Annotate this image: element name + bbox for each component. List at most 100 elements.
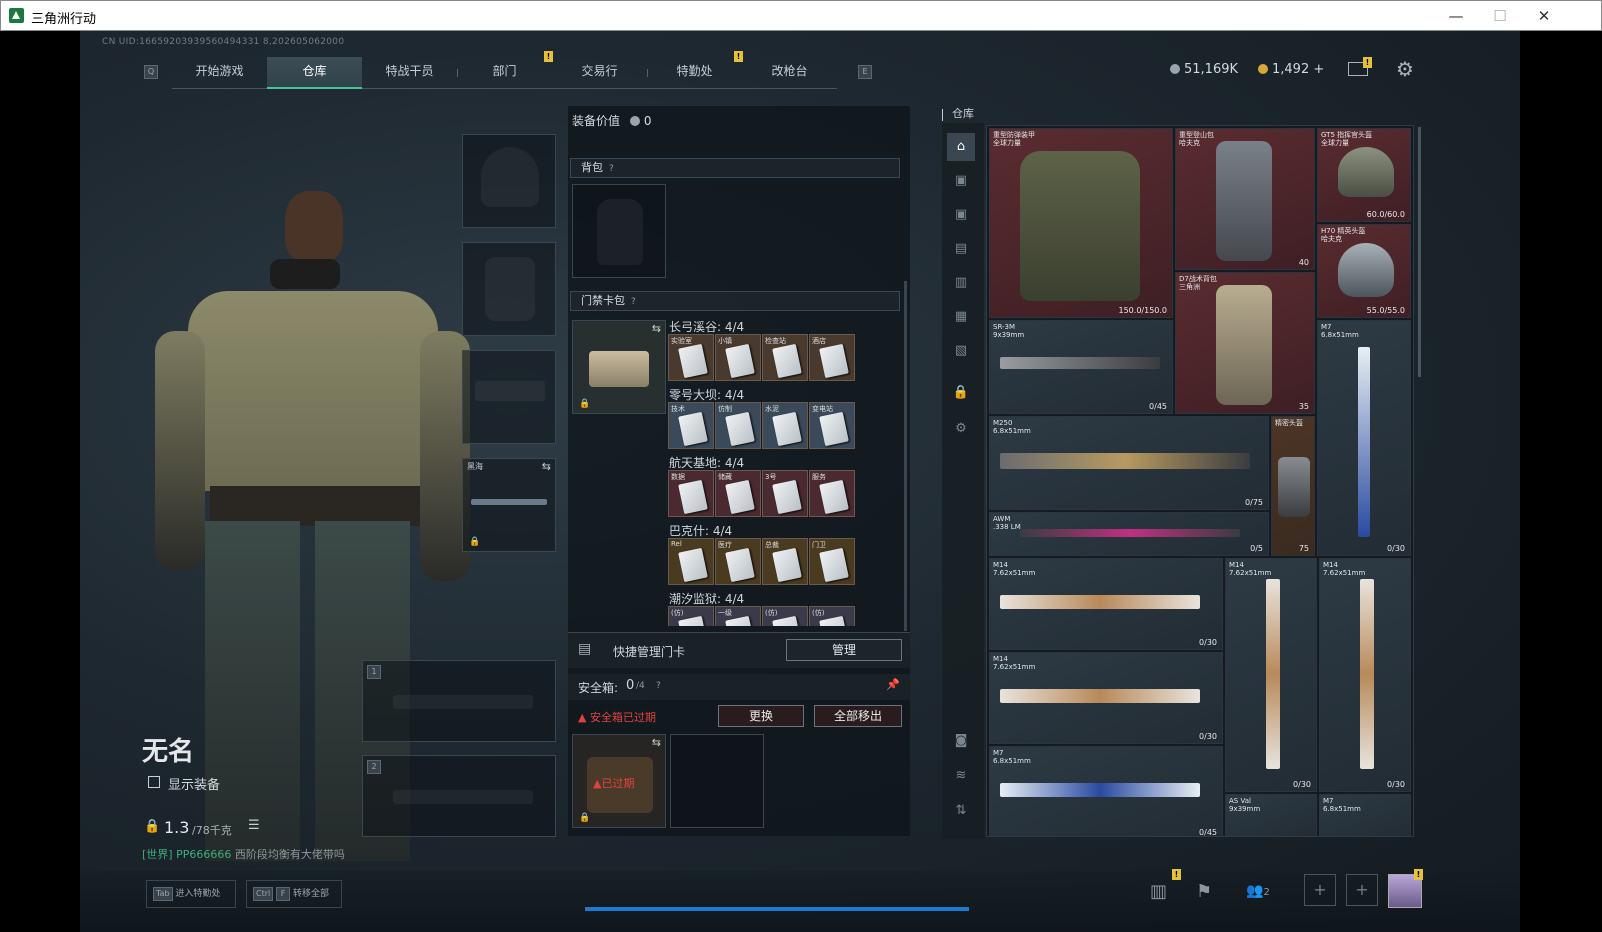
inventory-item[interactable]: M14 7.62x51mm 0/30	[1319, 558, 1411, 792]
inventory-item[interactable]: AWM .338 LM 0/5	[989, 512, 1269, 556]
keycard[interactable]: 变电站	[809, 402, 855, 449]
pistol-slot[interactable]	[462, 350, 556, 444]
rifle-placeholder-icon	[393, 790, 533, 804]
scrollbar[interactable]	[904, 281, 907, 631]
inventory-item[interactable]: AS Val 9x39mm	[1225, 794, 1317, 836]
add-gold-button[interactable]: +	[1313, 62, 1324, 77]
keycard[interactable]: 数据	[668, 470, 714, 517]
tab-start-game[interactable]: 开始游戏	[172, 57, 267, 89]
minimize-button[interactable]: —	[1441, 5, 1471, 27]
safebox-grid-cell[interactable]	[670, 734, 764, 828]
tab-gunsmith[interactable]: 改枪台	[742, 57, 837, 89]
keycard[interactable]: 储藏	[715, 470, 761, 517]
replace-button[interactable]: 更换	[718, 705, 804, 727]
backpack-slot[interactable]	[572, 184, 666, 278]
slot-number: 2	[367, 760, 381, 774]
keycard[interactable]: 医疗	[715, 538, 761, 585]
show-gear-checkbox[interactable]	[148, 776, 160, 788]
tab-operators[interactable]: 特战干员	[362, 57, 457, 89]
warehouse-scrollbar[interactable]	[1418, 127, 1421, 377]
tab-warehouse[interactable]: 仓库	[267, 57, 362, 89]
keycard[interactable]: 小镇	[715, 334, 761, 381]
helmet-category-icon[interactable]: ▣	[950, 207, 972, 227]
keycard[interactable]: (仿)	[762, 606, 808, 626]
flag-icon[interactable]: ⚑	[1196, 881, 1212, 902]
manage-button[interactable]: 管理	[786, 639, 902, 661]
swap-icon[interactable]: ⇆	[542, 460, 551, 473]
keycard-case-slot[interactable]: ⇆ 🔒	[572, 320, 666, 414]
melee-slot[interactable]: 黑海 ⇆ 🔒	[462, 458, 556, 552]
keycard[interactable]: 实验室	[668, 334, 714, 381]
profile-icon[interactable]: ◙	[950, 733, 972, 753]
settings-gear-icon[interactable]: ⚙	[1396, 57, 1414, 81]
add-teammate-button[interactable]: +	[1304, 874, 1336, 906]
keycard[interactable]: 3号	[762, 470, 808, 517]
notification-badge: !	[734, 51, 743, 62]
inventory-item[interactable]: M7 6.8x51mm	[1319, 794, 1411, 836]
swap-icon[interactable]: ⇆	[652, 736, 661, 749]
safebox-slot[interactable]: ⇆ ▲已过期 🔒	[572, 734, 666, 828]
keycard-icon	[772, 547, 802, 583]
transfer-all-shortcut[interactable]: Ctrl F 转移全部	[246, 880, 342, 908]
inventory-item[interactable]: GT5 指挥官头盔 全球力量 60.0/60.0	[1317, 128, 1411, 222]
chat-line: [世界] PP666666 西阶段均衡有大佬带吗	[142, 846, 345, 862]
inventory-item[interactable]: H70 精英头盔 哈夫克 55.0/55.0	[1317, 224, 1411, 318]
armor-category-icon[interactable]: ▣	[950, 173, 972, 193]
friends-icon[interactable]: 👥2	[1246, 883, 1270, 899]
all-items-icon[interactable]: ⌂	[947, 133, 975, 161]
medical-category-icon[interactable]: ▦	[950, 309, 972, 329]
inventory-item[interactable]: 重型防弹装甲 全球力量 150.0/150.0	[989, 128, 1173, 318]
keycard[interactable]: 技术	[668, 402, 714, 449]
tab-special-ops[interactable]: 特勤处	[647, 57, 742, 89]
inventory-item[interactable]: M14 7.62x51mm 0/30	[989, 558, 1223, 650]
inventory-item[interactable]: M7 6.8x51mm 0/45	[989, 746, 1223, 836]
armor-slot[interactable]	[462, 242, 556, 336]
special-ops-shortcut[interactable]: Tab 进入特勤处	[146, 880, 236, 908]
inventory-item[interactable]: M14 7.62x51mm 0/30	[1225, 558, 1317, 792]
keycard[interactable]: 仿制	[715, 402, 761, 449]
keycard[interactable]: 酒店	[809, 334, 855, 381]
keycard[interactable]: 门卫	[809, 538, 855, 585]
add-teammate-button[interactable]: +	[1346, 874, 1378, 906]
keycard[interactable]: 一级	[715, 606, 761, 626]
keycard[interactable]: 总裁	[762, 538, 808, 585]
primary-weapon-slot-2[interactable]: 2	[362, 755, 556, 837]
keycard[interactable]: (仿)	[668, 606, 714, 626]
inventory-item[interactable]: 精密头盔 75	[1271, 416, 1315, 556]
equip-value-label: 装备价值	[572, 114, 621, 128]
keycard[interactable]: 服务	[809, 470, 855, 517]
maximize-button[interactable]: ☐	[1485, 5, 1515, 27]
keycard[interactable]: 检查站	[762, 334, 808, 381]
help-icon[interactable]: ?	[609, 160, 614, 178]
keycard[interactable]: Rel	[668, 538, 714, 585]
tools-category-icon[interactable]: ▧	[950, 343, 972, 363]
weapon-category-icon[interactable]: ▤	[950, 241, 972, 261]
pin-icon[interactable]: 📌	[886, 678, 900, 691]
stats-chart-icon[interactable]: ▥	[1150, 881, 1167, 902]
remove-all-button[interactable]: 全部移出	[814, 705, 902, 727]
settings-category-icon[interactable]: ⚙	[950, 421, 972, 441]
notification-badge: !	[1414, 869, 1423, 880]
inventory-item[interactable]: D7战术背包 三角洲 35	[1175, 272, 1315, 414]
tab-trading[interactable]: 交易行	[552, 57, 647, 89]
inventory-item[interactable]: M250 6.8x51mm 0/75	[989, 416, 1269, 510]
tab-department[interactable]: 部门	[457, 57, 552, 89]
keycard[interactable]: (仿)	[809, 606, 855, 626]
close-button[interactable]: ✕	[1529, 5, 1559, 27]
layers-icon[interactable]: ≋	[950, 768, 972, 788]
sort-icon[interactable]: ⇅	[950, 803, 972, 823]
inventory-item[interactable]: 重型登山包 哈夫克 40	[1175, 128, 1315, 270]
inventory-item[interactable]: SR-3M 9x39mm 0/45	[989, 320, 1173, 414]
keys-category-icon[interactable]: 🔒	[950, 385, 972, 405]
list-icon[interactable]: ☰	[248, 818, 260, 833]
helmet-slot[interactable]	[462, 134, 556, 228]
help-icon[interactable]: ?	[631, 293, 636, 311]
keycard-icon	[772, 411, 802, 447]
primary-weapon-slot-1[interactable]: 1	[362, 660, 556, 742]
swap-icon[interactable]: ⇆	[652, 322, 661, 335]
inventory-item[interactable]: M7 6.8x51mm 0/30	[1317, 320, 1411, 556]
keycard[interactable]: 水泥	[762, 402, 808, 449]
help-icon[interactable]: ?	[656, 681, 661, 691]
ammo-category-icon[interactable]: ▥	[950, 275, 972, 295]
inventory-item[interactable]: M14 7.62x51mm 0/30	[989, 652, 1223, 744]
